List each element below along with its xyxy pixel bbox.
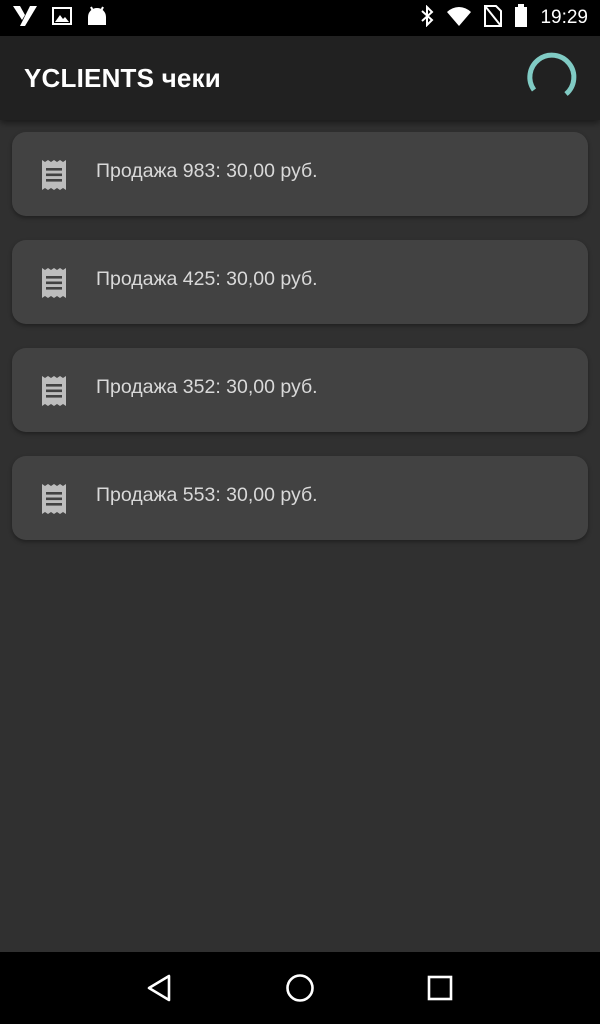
receipt-card[interactable]: Продажа 352: 30,00 руб. — [12, 348, 588, 432]
receipt-card[interactable]: Продажа 425: 30,00 руб. — [12, 240, 588, 324]
receipt-card[interactable]: Продажа 553: 30,00 руб. — [12, 456, 588, 540]
receipt-card[interactable]: Продажа 983: 30,00 руб. — [12, 132, 588, 216]
home-icon[interactable] — [270, 958, 330, 1018]
wifi-icon — [446, 6, 472, 31]
app-title: YCLIENTS чеки — [24, 62, 221, 93]
receipt-list: Продажа 983: 30,00 руб. Продажа 425: 30,… — [12, 132, 588, 564]
navigation-bar — [0, 952, 600, 1024]
android-debug-icon — [86, 6, 108, 31]
receipt-icon — [38, 482, 70, 516]
app-bar: YCLIENTS чеки — [0, 36, 600, 120]
recents-icon[interactable] — [410, 958, 470, 1018]
bluetooth-icon — [420, 4, 434, 32]
status-bar: 19:29 — [0, 0, 600, 36]
status-bar-system: 19:29 — [408, 3, 588, 33]
loading-spinner-icon — [522, 50, 578, 106]
no-sim-icon — [484, 4, 503, 32]
receipt-label: Продажа 425: 30,00 руб. — [96, 267, 318, 290]
battery-icon — [514, 3, 528, 33]
receipt-label: Продажа 983: 30,00 руб. — [96, 159, 318, 182]
back-icon[interactable] — [130, 958, 190, 1018]
status-bar-notifications — [12, 5, 122, 32]
yclients-logo-icon — [12, 5, 38, 32]
receipt-icon — [38, 158, 70, 192]
receipt-icon — [38, 374, 70, 408]
receipt-label: Продажа 352: 30,00 руб. — [96, 375, 318, 398]
image-notification-icon — [52, 6, 72, 30]
status-time: 19:29 — [540, 7, 588, 28]
receipt-icon — [38, 266, 70, 300]
receipt-label: Продажа 553: 30,00 руб. — [96, 483, 318, 506]
